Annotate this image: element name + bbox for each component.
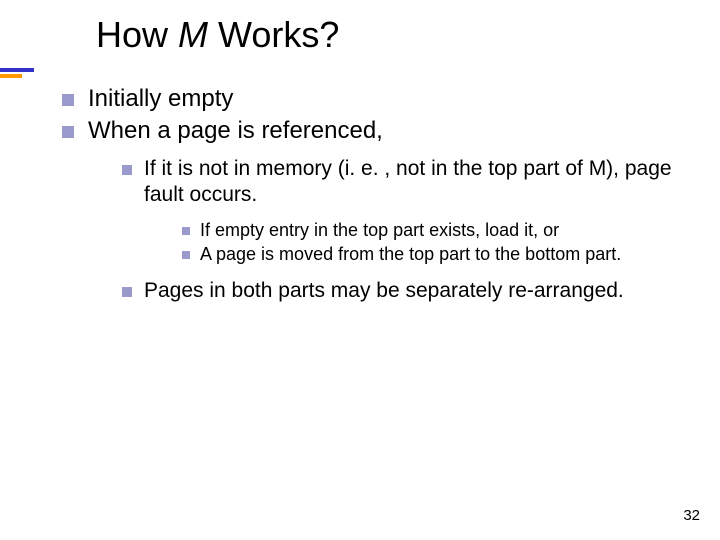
bullet-icon: [182, 251, 190, 259]
page-number: 32: [683, 507, 700, 524]
slide: How M Works? Initially empty When a page…: [0, 0, 720, 540]
bullet-icon: [122, 287, 132, 297]
slide-title: How M Works?: [96, 14, 339, 56]
title-pre: How: [96, 14, 178, 55]
title-accent: [0, 68, 34, 78]
bullet-icon: [182, 227, 190, 235]
accent-bar-blue: [0, 68, 34, 72]
bullet-icon: [122, 165, 132, 175]
bullet-2-2: Pages in both parts may be separately re…: [122, 278, 702, 304]
bullet-2-1: If it is not in memory (i. e. , not in t…: [122, 156, 702, 209]
bullet-2-1-2-text: A page is moved from the top part to the…: [200, 243, 702, 266]
bullet-2-1-1: If empty entry in the top part exists, l…: [182, 219, 702, 242]
accent-bar-orange: [0, 74, 22, 78]
content-area: Initially empty When a page is reference…: [62, 84, 702, 306]
bullet-2: When a page is referenced,: [62, 116, 702, 146]
bullet-2-1-2: A page is moved from the top part to the…: [182, 243, 702, 266]
bullet-2-text: When a page is referenced,: [88, 116, 702, 146]
bullet-icon: [62, 94, 74, 106]
bullet-icon: [62, 126, 74, 138]
title-italic: M: [178, 14, 208, 55]
bullet-1: Initially empty: [62, 84, 702, 114]
bullet-2-1-1-text: If empty entry in the top part exists, l…: [200, 219, 702, 242]
title-post: Works?: [208, 14, 339, 55]
bullet-1-text: Initially empty: [88, 84, 702, 114]
bullet-2-1-text: If it is not in memory (i. e. , not in t…: [144, 156, 702, 209]
bullet-2-2-text: Pages in both parts may be separately re…: [144, 278, 702, 304]
